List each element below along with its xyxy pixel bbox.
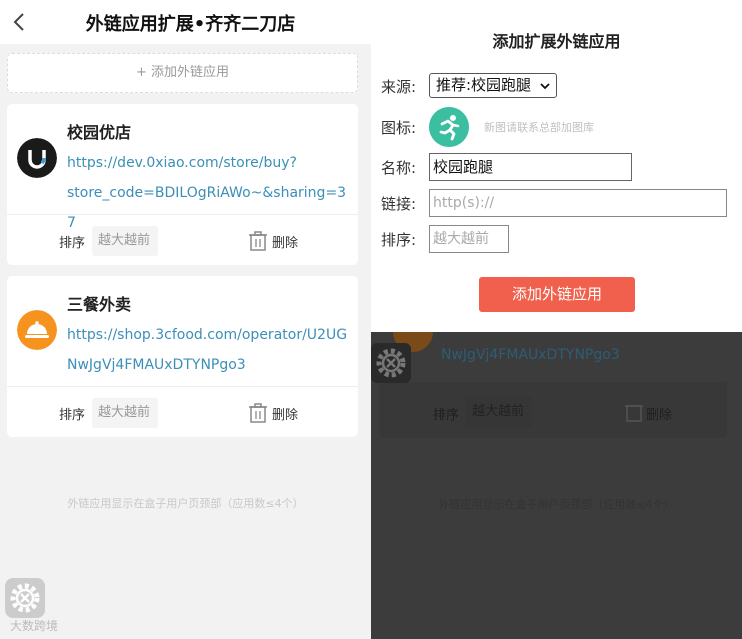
campus-store-logo-icon bbox=[17, 138, 57, 178]
dimmed-footnote: 外链应用显示在盒子用户页颈部（应用数≤4个） bbox=[438, 498, 675, 511]
top-bar: 外链应用扩展•齐齐二刀店 bbox=[0, 0, 371, 44]
app-url-line: https://shop.3cfood.com/operator/U2UG bbox=[67, 327, 348, 343]
app-card: 校园优店 https://dev.0xiao.com/store/buy? st… bbox=[7, 104, 358, 265]
delete-button[interactable]: 删除 bbox=[272, 232, 298, 251]
name-input[interactable]: 校园跑腿 bbox=[429, 153, 632, 181]
sort-input[interactable]: 越大越前 bbox=[92, 226, 158, 256]
sort-input[interactable]: 越大越前 bbox=[92, 398, 158, 428]
meal-delivery-logo-icon bbox=[17, 310, 57, 350]
settings-gear-icon[interactable] bbox=[5, 578, 45, 618]
add-app-submit-button[interactable]: 添加外链应用 bbox=[479, 277, 635, 312]
app-url[interactable]: https://shop.3cfood.com/operator/U2UG Nw… bbox=[67, 320, 353, 380]
delete-button[interactable]: 删除 bbox=[272, 404, 298, 423]
app-card: 三餐外卖 https://shop.3cfood.com/operator/U2… bbox=[7, 276, 358, 437]
app-name: 三餐外卖 bbox=[67, 295, 132, 314]
chevron-down-icon bbox=[540, 83, 550, 90]
runner-icon[interactable] bbox=[429, 107, 469, 147]
divider bbox=[7, 214, 358, 215]
page-title: 外链应用扩展•齐齐二刀店 bbox=[85, 14, 296, 35]
app-name: 校园优店 bbox=[67, 123, 132, 142]
dimmed-delete-label: 删除 bbox=[646, 408, 673, 423]
dimmed-sort-input: 越大越前 bbox=[466, 397, 532, 427]
add-link-app-button[interactable]: + 添加外链应用 bbox=[7, 53, 358, 93]
watermark: 大数跨境 bbox=[10, 619, 59, 633]
add-app-dialog: 添加扩展外链应用 来源: 推荐:校园跑腿 图标: 新图请联系总部加图库 名称: … bbox=[371, 0, 742, 332]
modal-overlay[interactable]: NwJgVj4FMAUxDTYNPgo3 排序 越大越前 删除 外链应用显示在盒… bbox=[371, 0, 742, 639]
dimmed-sort-label: 排序 bbox=[433, 408, 460, 423]
source-select[interactable]: 推荐:校园跑腿 bbox=[429, 73, 557, 98]
dimmed-card bbox=[379, 382, 727, 438]
dimmed-trash-icon bbox=[625, 405, 643, 422]
sort-input[interactable]: 越大越前 bbox=[429, 225, 509, 253]
source-label: 来源: bbox=[381, 78, 417, 96]
sort-label: 排序: bbox=[381, 231, 417, 249]
trash-icon[interactable] bbox=[247, 230, 269, 252]
footnote: 外链应用显示在盒子用户页颈部（应用数≤4个） bbox=[67, 497, 304, 510]
sort-label: 排序 bbox=[59, 236, 86, 251]
app-url-line: NwJgVj4FMAUxDTYNPgo3 bbox=[67, 357, 246, 373]
dimmed-gear-icon bbox=[371, 343, 411, 383]
source-select-value: 推荐:校园跑腿 bbox=[436, 76, 532, 94]
divider bbox=[7, 386, 358, 387]
trash-icon[interactable] bbox=[247, 402, 269, 424]
icon-hint: 新图请联系总部加图库 bbox=[484, 121, 594, 134]
app-url-line: https://dev.0xiao.com/store/buy? bbox=[67, 155, 297, 171]
dialog-title: 添加扩展外链应用 bbox=[492, 32, 621, 51]
icon-label: 图标: bbox=[381, 119, 417, 137]
app-url[interactable]: https://dev.0xiao.com/store/buy? store_c… bbox=[67, 148, 353, 238]
link-label: 链接: bbox=[381, 195, 417, 213]
dimmed-app-url: NwJgVj4FMAUxDTYNPgo3 bbox=[441, 347, 620, 363]
name-label: 名称: bbox=[381, 159, 417, 177]
main-page: 外链应用扩展•齐齐二刀店 + 添加外链应用 校园优店 https://dev.0… bbox=[0, 0, 371, 639]
link-input[interactable]: http(s):// bbox=[429, 189, 727, 217]
sort-label: 排序 bbox=[59, 408, 86, 423]
